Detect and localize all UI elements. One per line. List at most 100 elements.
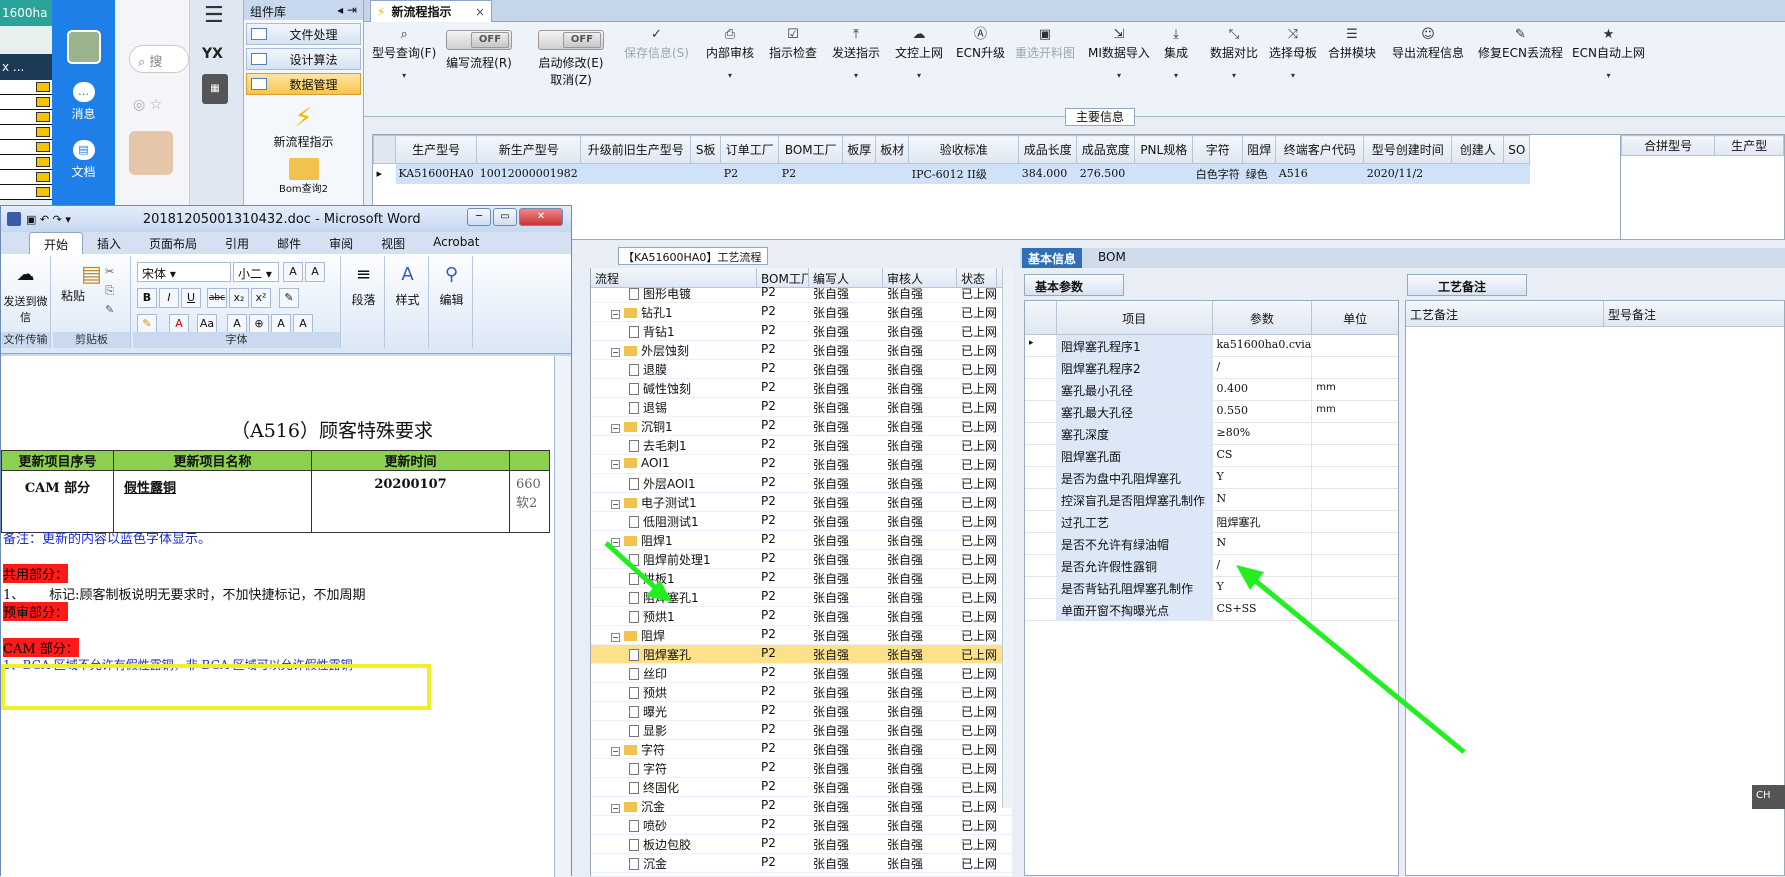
font-a-icon[interactable]: A bbox=[305, 262, 325, 282]
mi-data-import-button[interactable]: ⇲ MI数据导入 ▾ bbox=[1088, 28, 1150, 81]
contact-avatar[interactable] bbox=[129, 131, 173, 175]
param-row[interactable]: 过孔工艺 阻焊塞孔 bbox=[1025, 511, 1398, 533]
process-row[interactable]: − 外层蚀刻 P2 张自强 张自强 已上网 bbox=[591, 341, 1012, 360]
process-row[interactable]: 碱性蚀刻 P2 张自强 张自强 已上网 bbox=[591, 379, 1012, 398]
internal-review-button[interactable]: ⎙ 内部审核 ▾ bbox=[706, 28, 754, 81]
process-row[interactable]: 退膜 P2 张自强 张自强 已上网 bbox=[591, 360, 1012, 379]
qq-toolbar-icons[interactable]: ◎ ☆ bbox=[133, 97, 189, 113]
process-row[interactable]: 背钻1 P2 张自强 张自强 已上网 bbox=[591, 322, 1012, 341]
tab-review[interactable]: 审阅 bbox=[315, 232, 367, 254]
qq-search-input[interactable]: ⌕ 搜 bbox=[129, 45, 189, 73]
tab-references[interactable]: 引用 bbox=[211, 232, 263, 254]
lib-file-processing[interactable]: 文件处理 bbox=[246, 23, 361, 45]
process-flow-tree[interactable]: 流程 BOM工厂 编写人 审核人 状态 图形电镀 P2 张自强 张自强 已上网 − 钻孔1 P2 张自强… bbox=[590, 268, 1012, 876]
reselect-cut-drawing-button[interactable]: ▣ 重选开料图 bbox=[1015, 28, 1075, 61]
instruction-check-button[interactable]: ☑ 指示检查 bbox=[769, 28, 817, 61]
process-row[interactable]: 低阻测试1 P2 张自强 张自强 已上网 bbox=[591, 512, 1012, 531]
process-row[interactable]: 终固化 P2 张自强 张自强 已上网 bbox=[591, 778, 1012, 797]
process-row[interactable]: 沉金 P2 张自强 张自强 已上网 bbox=[591, 854, 1012, 873]
tab-home[interactable]: 开始 bbox=[29, 232, 84, 254]
calculator-icon[interactable]: ▦ bbox=[202, 74, 228, 104]
group-paragraph[interactable]: ≡ 段落 bbox=[343, 256, 385, 348]
save-info-button[interactable]: ✓ 保存信息(S) bbox=[624, 28, 689, 61]
shrink-icon[interactable]: A bbox=[293, 314, 313, 334]
basic-params-tab[interactable]: 基本参数 bbox=[1024, 274, 1124, 296]
process-row[interactable]: 外层AOI1 P2 张自强 张自强 已上网 bbox=[591, 474, 1012, 493]
bold-icon[interactable]: B bbox=[137, 288, 157, 308]
param-row[interactable]: ▸ 阻焊塞孔程序1 ka51600ha0.cvia bbox=[1025, 335, 1398, 357]
enclose-char-icon[interactable]: ⊕ bbox=[249, 314, 269, 334]
collapse-icon[interactable]: − bbox=[611, 348, 620, 357]
qq-documents[interactable]: ▤ 文档 bbox=[52, 140, 115, 180]
process-row[interactable]: − 沉金 P2 张自强 张自强 已上网 bbox=[591, 797, 1012, 816]
paste-button[interactable]: 粘贴 bbox=[53, 287, 93, 304]
data-compare-button[interactable]: ⤡ 数据对比 ▾ bbox=[1210, 28, 1258, 81]
word-scrollbar[interactable] bbox=[554, 356, 571, 877]
cut-copy-format-icons[interactable]: ✂ ⎘ ✎ bbox=[105, 262, 114, 319]
process-row[interactable]: − 阻焊 P2 张自强 张自强 已上网 bbox=[591, 626, 1012, 645]
maximize-button[interactable]: ▭ bbox=[493, 208, 517, 226]
ecn-auto-online-button[interactable]: ★ ECN自动上网 ▾ bbox=[1572, 28, 1645, 81]
minimize-button[interactable]: ─ bbox=[467, 208, 491, 226]
param-row[interactable]: 塞孔深度 ≥80% bbox=[1025, 423, 1398, 445]
merge-module-button[interactable]: ☰ 合拼模块 bbox=[1328, 28, 1376, 61]
hamburger-menu-icon[interactable]: ☰ bbox=[204, 5, 243, 27]
highlight-icon[interactable]: ✎ bbox=[137, 314, 157, 334]
process-row[interactable]: 退锡 P2 张自强 张自强 已上网 bbox=[591, 398, 1012, 417]
language-indicator[interactable]: CH bbox=[1752, 785, 1785, 809]
process-notes-tab[interactable]: 工艺备注 bbox=[1407, 274, 1527, 296]
paste-icon[interactable]: ▤ bbox=[53, 262, 130, 287]
process-row[interactable]: 阻焊塞孔1 P2 张自强 张自强 已上网 bbox=[591, 588, 1012, 607]
change-case-icon[interactable]: Aa bbox=[197, 314, 217, 334]
process-row[interactable]: 板边包胶 P2 张自强 张自强 已上网 bbox=[591, 835, 1012, 854]
param-row[interactable]: 阻焊塞孔面 CS bbox=[1025, 445, 1398, 467]
font-name-select[interactable]: 宋体 ▾ bbox=[137, 262, 231, 282]
param-row[interactable]: 是否不允许有绿油帽 N bbox=[1025, 533, 1398, 555]
param-row[interactable]: 控深盲孔是否阻焊塞孔制作 N bbox=[1025, 489, 1398, 511]
process-row[interactable]: 预烘 P2 张自强 张自强 已上网 bbox=[591, 683, 1012, 702]
param-row[interactable]: 塞孔最大孔径 0.550 mm bbox=[1025, 401, 1398, 423]
tab-view[interactable]: 视图 bbox=[367, 232, 419, 254]
ecn-upgrade-button[interactable]: Ⓐ ECN升级 bbox=[956, 28, 1005, 61]
grow-font-icon[interactable]: A bbox=[283, 262, 303, 282]
process-scrollbar[interactable] bbox=[1002, 268, 1014, 808]
clear-format-icon[interactable]: ✎ bbox=[279, 288, 299, 308]
process-row[interactable]: 显影 P2 张自强 张自强 已上网 bbox=[591, 721, 1012, 740]
table-row[interactable]: ▸ KA51600HA0 10012000001982 P2 P2 IPC-6012 I… bbox=[373, 163, 1530, 184]
send-to-wechat-button[interactable]: 发送到微信 bbox=[1, 293, 50, 325]
bom-query-button[interactable]: Bom查询2 bbox=[244, 158, 363, 195]
qq-messages[interactable]: … 消息 bbox=[52, 82, 115, 122]
subscript-icon[interactable]: x₂ bbox=[229, 288, 249, 308]
process-row[interactable]: − 沉铜1 P2 张自强 张自强 已上网 bbox=[591, 417, 1012, 436]
collapse-icon[interactable]: − bbox=[611, 310, 620, 319]
yx-logo[interactable]: YX bbox=[202, 46, 243, 62]
process-row[interactable]: 烘板1 P2 张自强 张自强 已上网 bbox=[591, 569, 1012, 588]
param-row[interactable]: 是否背钻孔阻焊塞孔制作 Y bbox=[1025, 577, 1398, 599]
process-row[interactable]: 丝印 P2 张自强 张自强 已上网 bbox=[591, 664, 1012, 683]
tab-acrobat[interactable]: Acrobat bbox=[419, 232, 493, 254]
close-tab-icon[interactable]: × bbox=[475, 5, 485, 19]
lib-data-management[interactable]: 数据管理 bbox=[246, 73, 361, 95]
send-instruction-button[interactable]: ⤒ 发送指示 ▾ bbox=[832, 28, 880, 81]
process-row[interactable]: 阻焊塞孔 P2 张自强 张自强 已上网 bbox=[591, 645, 1012, 664]
tab-layout[interactable]: 页面布局 bbox=[135, 232, 211, 254]
collapse-icon[interactable]: − bbox=[611, 500, 620, 509]
process-row[interactable]: 字符 P2 张自强 张自强 已上网 bbox=[591, 759, 1012, 778]
wechat-icon[interactable]: ☁ bbox=[1, 264, 50, 285]
process-row[interactable]: 预烘1 P2 张自强 张自强 已上网 bbox=[591, 607, 1012, 626]
font-size-select[interactable]: 小二 ▾ bbox=[233, 262, 279, 282]
param-row[interactable]: 单面开窗不掏曝光点 CS+SS bbox=[1025, 599, 1398, 621]
integrate-button[interactable]: ⤓ 集成 ▾ bbox=[1164, 28, 1188, 81]
font-color-icon[interactable]: A bbox=[169, 314, 189, 334]
group-editing[interactable]: ⚲ 编辑 bbox=[431, 256, 473, 348]
process-row[interactable]: 喷砂 P2 张自强 张自强 已上网 bbox=[591, 816, 1012, 835]
basic-params-grid[interactable]: 项目 参数 单位 ▸ 阻焊塞孔程序1 ka51600ha0.cvia 阻焊塞孔程序2/塞孔… bbox=[1024, 300, 1399, 876]
process-row[interactable]: 去毛刺1 P2 张自强 张自强 已上网 bbox=[591, 436, 1012, 455]
collapse-arrows-icon[interactable]: ◂ ⇥ bbox=[337, 3, 357, 17]
tab-mailings[interactable]: 邮件 bbox=[263, 232, 315, 254]
model-query-button[interactable]: ⌕ 型号查询(F) ▾ bbox=[372, 28, 436, 81]
param-row[interactable]: 是否为盘中孔阻焊塞孔 Y bbox=[1025, 467, 1398, 489]
param-row[interactable]: 阻焊塞孔程序2/ bbox=[1025, 357, 1398, 379]
close-window-button[interactable]: ✕ bbox=[519, 208, 563, 226]
tab-insert[interactable]: 插入 bbox=[83, 232, 135, 254]
